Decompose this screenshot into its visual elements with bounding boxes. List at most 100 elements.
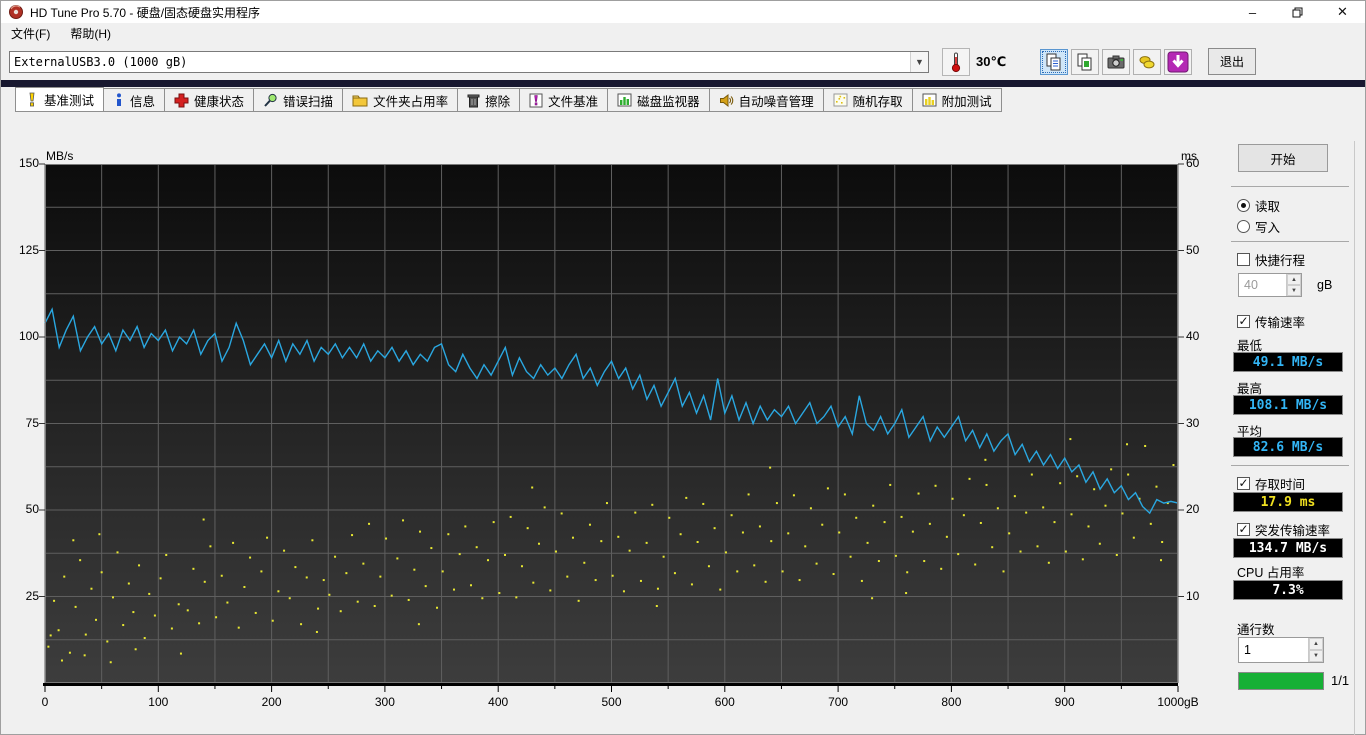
close-button[interactable]: ✕ [1320, 1, 1365, 23]
axis-tick-label: 500 [601, 695, 622, 709]
spin-up-icon[interactable]: ▲ [1309, 638, 1323, 650]
screenshot-button[interactable] [1102, 49, 1130, 75]
info-icon [117, 92, 122, 106]
short-stroke-row[interactable]: 快捷行程 [1237, 250, 1305, 269]
burst-rate-checkbox[interactable]: ✓ [1237, 523, 1250, 536]
max-value-display: 108.1 MB/s [1233, 395, 1343, 415]
tab-error-scan[interactable]: 错误扫描 [254, 88, 344, 112]
tab-label: 文件基准 [548, 94, 599, 109]
access-time-checkbox[interactable]: ✓ [1237, 477, 1250, 490]
short-stroke-unit: gB [1317, 278, 1333, 292]
read-radio-label: 读取 [1255, 200, 1281, 214]
exit-button-label: 退出 [1219, 55, 1244, 69]
read-radio[interactable] [1237, 199, 1250, 212]
divider [1231, 186, 1349, 187]
random-access-icon [833, 93, 848, 107]
write-radio-label: 写入 [1255, 221, 1281, 235]
menu-bar: 文件(F) 帮助(H) [1, 23, 1365, 43]
min-value-display: 49.1 MB/s [1233, 352, 1343, 372]
camera-icon [1107, 55, 1125, 69]
spin-down-icon[interactable]: ▼ [1309, 650, 1323, 662]
tab-benchmark[interactable]: 基准测试 [15, 87, 105, 112]
axis-tick-label: 30 [1186, 415, 1200, 430]
download-icon [1167, 51, 1189, 73]
disk-monitor-icon [617, 93, 632, 107]
tab-erase[interactable]: 擦除 [458, 88, 521, 112]
tab-random-access[interactable]: 随机存取 [823, 88, 913, 112]
spin-down-icon[interactable]: ▼ [1287, 285, 1301, 296]
tab-label: 随机存取 [852, 94, 903, 109]
axis-tick-label: 75 [25, 415, 39, 430]
temperature-value: 30℃ [976, 54, 1007, 69]
tab-label: 信息 [130, 94, 156, 109]
cpu-usage-label: CPU 占用率 [1237, 566, 1305, 580]
download-button[interactable] [1164, 49, 1192, 75]
tab-aam[interactable]: 自动噪音管理 [709, 88, 824, 112]
copy-text-button[interactable] [1040, 49, 1068, 75]
transfer-rate-row[interactable]: ✓ 传输速率 [1237, 312, 1305, 331]
write-radio-row[interactable]: 写入 [1237, 217, 1280, 236]
axis-tick-label: 0 [41, 695, 49, 709]
cpu-usage-value: 7.3% [1272, 582, 1304, 598]
tab-file-benchmark[interactable]: 文件基准 [520, 88, 609, 112]
axis-tick-label: 800 [941, 695, 962, 709]
tab-label: 健康状态 [194, 94, 245, 109]
access-time-display: 17.9 ms [1233, 492, 1343, 512]
burst-rate-value: 134.7 MB/s [1248, 540, 1328, 556]
write-radio[interactable] [1237, 220, 1250, 233]
drive-selector[interactable]: ExternalUSB3.0 (1000 gB) ▼ [9, 51, 929, 73]
benchmark-chart [39, 163, 1184, 692]
start-button[interactable]: 开始 [1238, 144, 1328, 172]
short-stroke-label: 快捷行程 [1255, 254, 1306, 268]
drive-selector-value: ExternalUSB3.0 (1000 gB) [14, 55, 188, 69]
tab-label: 基准测试 [44, 94, 95, 108]
minimize-button[interactable]: – [1230, 1, 1275, 23]
restore-icon [1292, 7, 1303, 17]
erase-icon [467, 94, 480, 107]
tab-info[interactable]: 信息 [104, 88, 166, 112]
burst-rate-label: 突发传输速率 [1255, 524, 1331, 538]
progress-label: 1/1 [1331, 673, 1350, 688]
restore-button[interactable] [1275, 1, 1320, 23]
transfer-rate-checkbox[interactable]: ✓ [1237, 315, 1250, 328]
progress-fill [1239, 673, 1323, 689]
tab-health[interactable]: 健康状态 [165, 88, 255, 112]
tools-icon [1139, 56, 1155, 69]
spin-up-icon[interactable]: ▲ [1287, 274, 1301, 285]
max-value: 108.1 MB/s [1248, 397, 1328, 413]
burst-rate-display: 134.7 MB/s [1233, 538, 1343, 558]
axis-tick-label: 100 [18, 329, 39, 343]
axis-tick-label: 20 [1186, 502, 1200, 516]
toolbar: ExternalUSB3.0 (1000 gB) ▼ 30℃ 退出 [1, 43, 1365, 80]
tab-extra-tests[interactable]: 附加测试 [912, 88, 1002, 112]
menu-file[interactable]: 文件(F) [1, 23, 60, 44]
burst-rate-row[interactable]: ✓ 突发传输速率 [1237, 520, 1330, 539]
axis-tick-label: 400 [488, 695, 509, 709]
benchmark-icon [29, 92, 35, 107]
axis-tick-label: 1000gB [1157, 695, 1199, 709]
tab-label: 自动噪音管理 [738, 94, 814, 109]
menu-help[interactable]: 帮助(H) [60, 23, 121, 44]
axis-tick-label: 50 [1186, 242, 1200, 257]
progress-bar [1238, 672, 1324, 690]
exit-button[interactable]: 退出 [1208, 48, 1256, 75]
axis-tick-label: 40 [1186, 329, 1200, 343]
read-radio-row[interactable]: 读取 [1237, 196, 1280, 215]
axis-tick-label: 150 [18, 156, 39, 170]
tab-label: 文件夹占用率 [373, 94, 449, 109]
pass-count-spinner[interactable]: 1 ▲ ▼ [1238, 637, 1324, 663]
tools-button[interactable] [1133, 49, 1161, 75]
short-stroke-value: 40 [1244, 278, 1258, 292]
short-stroke-spinner[interactable]: 40 ▲ ▼ [1238, 273, 1302, 297]
axis-tick-label: 600 [714, 695, 735, 709]
access-time-row[interactable]: ✓ 存取时间 [1237, 474, 1305, 493]
axis-tick-label: 60 [1186, 156, 1200, 170]
benchmark-area: MB/s ms 开始 读取 写入 快捷行程 40 ▲ ▼ gB ✓ 传输速率 最… [1, 112, 1366, 735]
tab-folder-usage[interactable]: 文件夹占用率 [343, 88, 459, 112]
side-panel: 开始 读取 写入 快捷行程 40 ▲ ▼ gB ✓ 传输速率 最低 49.1 M… [1229, 141, 1355, 735]
panel-edge-line [1354, 141, 1355, 735]
short-stroke-checkbox[interactable] [1237, 253, 1250, 266]
extra-tests-icon [922, 93, 937, 107]
copy-image-button[interactable] [1071, 49, 1099, 75]
tab-disk-monitor[interactable]: 磁盘监视器 [608, 88, 710, 112]
